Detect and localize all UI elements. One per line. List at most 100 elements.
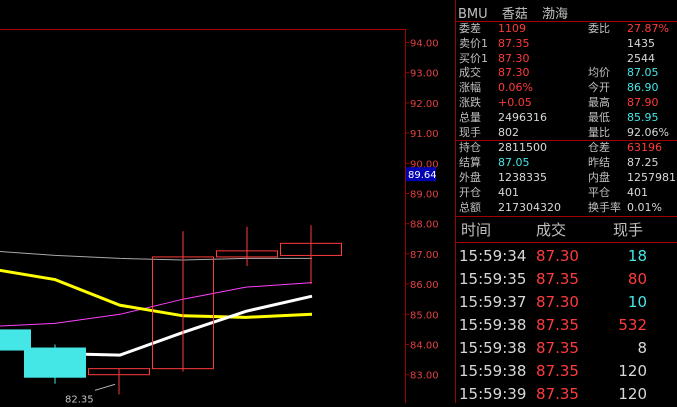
y-tick-label: 87.00 bbox=[410, 250, 439, 261]
quote-row: 卖价1 87.35 1435 bbox=[456, 37, 677, 51]
candle-body bbox=[24, 347, 86, 378]
quote-row: 总额 217304320 换手率 0.01% bbox=[456, 201, 677, 215]
kline-chart-svg[interactable]: 94.0093.0092.0091.0090.0089.0088.0087.00… bbox=[0, 0, 455, 405]
quote-label: 持仓 bbox=[459, 141, 481, 155]
tick-time: 15:59:37 bbox=[459, 293, 527, 311]
quote-label: 仓差 bbox=[588, 141, 610, 155]
quote-value: 87.05 bbox=[498, 156, 530, 170]
tick-qty: 18 bbox=[627, 247, 647, 265]
tick-row: 15:59:38 87.35 532 bbox=[456, 314, 677, 337]
quote-value: 1257981 bbox=[627, 171, 676, 184]
quote-label: 现手 bbox=[459, 125, 481, 139]
quote-value: 2811500 bbox=[498, 141, 547, 155]
quote-label: 涨跌 bbox=[459, 96, 481, 109]
y-tick-label: 84.00 bbox=[410, 341, 439, 352]
quote-row: 持仓 2811500 仓差 63196 bbox=[456, 141, 677, 155]
quote-label: 卖价1 bbox=[459, 36, 488, 50]
tick-price: 87.35 bbox=[536, 339, 579, 357]
quote-row: 总量 2496316 最低 85.95 bbox=[456, 111, 677, 125]
ticks-header-qty: 现手 bbox=[613, 221, 644, 239]
tick-qty: 10 bbox=[627, 293, 647, 311]
quote-label: 量比 bbox=[588, 125, 610, 139]
quote-label: 结算 bbox=[459, 156, 481, 170]
quote-value: 63196 bbox=[627, 141, 662, 155]
tick-price: 87.30 bbox=[536, 247, 579, 265]
tick-row: 15:59:35 87.35 80 bbox=[456, 268, 677, 291]
kline-chart[interactable]: 94.00 93.00 92.00 91.00 90.00 89.00 88.00 87.00… bbox=[0, 0, 455, 405]
quote-value: 87.05 bbox=[627, 66, 659, 80]
quote-row: 委差 1109 委比 27.87% bbox=[456, 22, 677, 36]
quote-value: 92.06% bbox=[627, 125, 669, 139]
quote-value: 2544 bbox=[627, 51, 655, 65]
y-tick-label: 89.00 bbox=[410, 190, 439, 201]
exchange-name: 渤海 bbox=[541, 7, 568, 22]
y-tick-label: 86.00 bbox=[410, 280, 439, 291]
y-tick-label: 94.00 bbox=[410, 39, 439, 50]
quote-label: 最低 bbox=[588, 110, 610, 124]
quote-value: 401 bbox=[498, 185, 519, 199]
quote-value: 87.35 bbox=[498, 36, 530, 50]
tick-time: 15:59:38 bbox=[459, 362, 527, 380]
tick-price: 87.35 bbox=[536, 270, 579, 288]
quote-label: 外盘 bbox=[459, 171, 481, 184]
quote-value: 87.25 bbox=[627, 156, 659, 170]
quote-row: 现手 802 量比 92.06% bbox=[456, 126, 677, 140]
quote-label: 均价 bbox=[588, 66, 610, 80]
instrument-title: BMU 香菇 渤海 bbox=[458, 3, 578, 22]
quote-value: 401 bbox=[627, 185, 648, 199]
quote-panel: BMU 香菇 渤海 委差 1109 委比 27.87% 卖价1 87.35 1435 买价1 8… bbox=[455, 0, 677, 403]
quote-label: 委差 bbox=[459, 22, 481, 35]
ticks-header-price: 成交 bbox=[536, 221, 567, 239]
quote-value: 802 bbox=[498, 125, 519, 139]
min-price-label: 82.35 bbox=[65, 394, 94, 403]
candle-body bbox=[0, 329, 31, 351]
quote-label: 换手率 bbox=[588, 200, 621, 214]
min-price-pointer bbox=[94, 383, 116, 391]
quote-row: 外盘 1238335 内盘 1257981 bbox=[456, 171, 677, 185]
tick-price: 87.35 bbox=[536, 316, 579, 334]
quote-label: 委比 bbox=[588, 22, 610, 35]
ma-yellow-line bbox=[0, 268, 313, 319]
quote-row: 成交 87.30 均价 87.05 bbox=[456, 66, 677, 80]
tick-price: 87.35 bbox=[536, 362, 579, 380]
quote-value: 2496316 bbox=[498, 110, 547, 124]
tick-time: 15:59:38 bbox=[459, 339, 527, 357]
tick-time: 15:59:38 bbox=[459, 316, 527, 334]
y-tick-label: 83.00 bbox=[410, 371, 439, 382]
quote-value: 1109 bbox=[498, 22, 526, 35]
quote-value: +0.05 bbox=[498, 96, 532, 109]
quote-value: 87.30 bbox=[498, 51, 530, 65]
quote-label: 成交 bbox=[459, 66, 481, 80]
quote-label: 买价1 bbox=[459, 51, 488, 65]
ticks-header-time: 时间 bbox=[461, 221, 492, 239]
quote-value: 27.87% bbox=[627, 22, 669, 35]
y-tick-label: 91.00 bbox=[410, 129, 439, 140]
divider bbox=[456, 242, 677, 243]
tick-time: 15:59:35 bbox=[459, 270, 527, 288]
quote-label: 平仓 bbox=[588, 185, 610, 199]
quote-value: 0.01% bbox=[627, 200, 662, 214]
ticks-header: 时间 成交 现手 bbox=[456, 219, 677, 241]
quote-label: 内盘 bbox=[588, 171, 610, 184]
quote-label: 总量 bbox=[459, 110, 481, 124]
tick-row: 15:59:37 87.30 10 bbox=[456, 291, 677, 314]
instrument-name: 香菇 bbox=[501, 7, 528, 22]
quote-label: 开仓 bbox=[459, 185, 481, 199]
tick-row: 15:59:38 87.35 8 bbox=[456, 337, 677, 360]
tick-row: 15:59:38 87.35 120 bbox=[456, 360, 677, 383]
instrument-code: BMU bbox=[458, 7, 488, 22]
quote-row: 开仓 401 平仓 401 bbox=[456, 186, 677, 200]
y-tick-label: 92.00 bbox=[410, 99, 439, 110]
divider bbox=[456, 216, 677, 217]
quote-row: 涨跌 +0.05 最高 87.90 bbox=[456, 96, 677, 110]
current-price-label: 89.64 bbox=[408, 170, 437, 181]
quote-value: 1238335 bbox=[498, 171, 547, 184]
tick-qty: 120 bbox=[618, 362, 647, 380]
ma-magenta-line bbox=[0, 282, 313, 327]
quote-label: 涨幅 bbox=[459, 81, 481, 95]
quote-label: 最高 bbox=[588, 96, 610, 109]
tick-time: 15:59:34 bbox=[459, 247, 527, 265]
quote-value: 87.90 bbox=[627, 96, 659, 109]
y-tick-label: 88.00 bbox=[410, 220, 439, 231]
quote-row: 结算 87.05 昨结 87.25 bbox=[456, 156, 677, 170]
